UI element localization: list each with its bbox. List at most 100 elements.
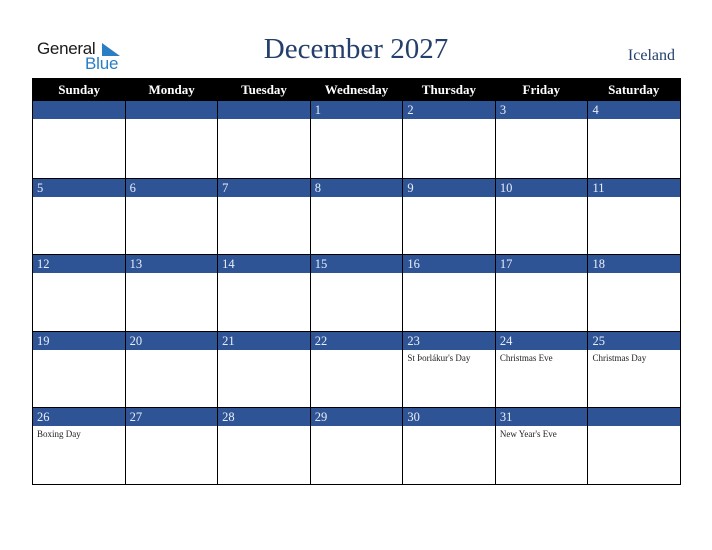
weekday-friday: Friday [522, 82, 561, 97]
day-number: 22 [310, 331, 403, 350]
day-number: 26 [33, 408, 125, 427]
weekday-monday: Monday [148, 82, 195, 97]
holiday-label [311, 119, 403, 122]
holiday-label [311, 350, 403, 353]
day-cell-19[interactable]: 19 [33, 330, 126, 408]
day-cell-5[interactable]: 5 [33, 177, 126, 255]
day-cell-29[interactable]: 29 [310, 407, 404, 484]
weekday-saturday: Saturday [608, 82, 660, 97]
day-cell-18[interactable]: 18 [588, 254, 681, 331]
day-cell-1[interactable]: 1 [310, 101, 404, 178]
day-cell-30[interactable]: 30 [403, 407, 496, 484]
day-number: 25 [588, 331, 681, 350]
week-row: 26 Boxing Day 27 28 29 30 31 New Year's Eve [33, 407, 681, 484]
day-number: 29 [310, 408, 403, 427]
weekday-wednesday: Wednesday [324, 82, 389, 97]
day-number: 23 [403, 331, 495, 350]
day-number: 5 [33, 178, 125, 197]
day-cell-12[interactable]: 12 [33, 254, 126, 331]
day-number: 17 [495, 255, 588, 274]
day-cell-10[interactable]: 10 [495, 177, 589, 255]
holiday-label [218, 273, 310, 276]
day-cell-25[interactable]: 25 Christmas Day [588, 330, 681, 408]
holiday-label [311, 273, 403, 276]
country-label: Iceland [627, 47, 675, 64]
holiday-label [403, 273, 495, 276]
holiday-label [311, 197, 403, 200]
holiday-label: Christmas Eve [499, 352, 553, 363]
day-cell-9[interactable]: 9 [403, 177, 496, 255]
day-cell-empty[interactable] [125, 101, 219, 178]
holiday-label [218, 350, 310, 353]
day-cell-8[interactable]: 8 [310, 177, 404, 255]
day-number: 21 [218, 331, 310, 350]
week-row: 5 6 7 8 9 10 11 [33, 177, 681, 255]
holiday-label [126, 197, 218, 200]
week-row: 12 13 14 15 16 17 18 [33, 254, 681, 331]
holiday-label [496, 197, 588, 200]
day-cell-empty[interactable] [33, 101, 126, 178]
day-number: 13 [125, 255, 218, 274]
day-number: 1 [310, 101, 403, 119]
day-number [125, 101, 218, 119]
day-cell-6[interactable]: 6 [125, 177, 219, 255]
day-number: 16 [403, 255, 495, 274]
day-cell-11[interactable]: 11 [588, 177, 681, 255]
day-cell-20[interactable]: 20 [125, 330, 219, 408]
holiday-label: St Þorlákur's Day [407, 352, 471, 363]
day-cell-15[interactable]: 15 [310, 254, 404, 331]
holiday-label [588, 197, 680, 200]
day-cell-2[interactable]: 2 [403, 101, 496, 178]
weekday-tuesday: Tuesday [241, 82, 287, 97]
day-cell-17[interactable]: 17 [495, 254, 589, 331]
day-cell-7[interactable]: 7 [218, 177, 311, 255]
holiday-label [33, 119, 125, 122]
day-cell-13[interactable]: 13 [125, 254, 219, 331]
day-cell-16[interactable]: 16 [403, 254, 496, 331]
day-cell-14[interactable]: 14 [218, 254, 311, 331]
holiday-label [126, 273, 218, 276]
day-number [33, 101, 125, 119]
day-cell-empty[interactable] [218, 101, 311, 178]
day-cell-28[interactable]: 28 [218, 407, 311, 484]
day-cell-empty[interactable] [588, 407, 681, 484]
day-number: 7 [218, 178, 310, 197]
day-cell-21[interactable]: 21 [218, 330, 311, 408]
day-cell-4[interactable]: 4 [588, 101, 681, 178]
day-number: 31 [495, 408, 588, 427]
holiday-label [126, 350, 218, 353]
day-number: 9 [403, 178, 495, 197]
weekday-thursday: Thursday [421, 82, 476, 97]
holiday-label [126, 426, 218, 429]
holiday-label [496, 119, 588, 122]
day-cell-26[interactable]: 26 Boxing Day [33, 407, 126, 484]
day-number: 28 [218, 408, 310, 427]
day-number: 24 [495, 331, 588, 350]
holiday-label [33, 197, 125, 200]
day-number: 10 [495, 178, 588, 197]
day-cell-27[interactable]: 27 [125, 407, 219, 484]
holiday-label [588, 426, 680, 429]
holiday-label [218, 197, 310, 200]
calendar-grid: Sunday Monday Tuesday Wednesday Thursday… [32, 78, 681, 485]
day-number: 11 [588, 178, 681, 197]
holiday-label [496, 273, 588, 276]
day-number: 19 [33, 331, 125, 350]
day-number: 20 [125, 331, 218, 350]
day-number: 18 [588, 255, 681, 274]
holiday-label: Christmas Day [592, 352, 647, 363]
day-number: 3 [495, 101, 588, 119]
week-row: 19 20 21 22 23 St Þorlákur's Day 24 Christmas E… [33, 330, 681, 408]
day-cell-23[interactable]: 23 St Þorlákur's Day [403, 330, 496, 408]
day-cell-22[interactable]: 22 [310, 330, 404, 408]
day-number: 2 [403, 101, 495, 119]
day-cell-24[interactable]: 24 Christmas Eve [495, 330, 589, 408]
day-number: 15 [310, 255, 403, 274]
day-cell-31[interactable]: 31 New Year's Eve [495, 407, 589, 484]
day-number: 4 [588, 101, 681, 119]
day-cell-3[interactable]: 3 [495, 101, 589, 178]
holiday-label [588, 273, 680, 276]
day-number: 27 [125, 408, 218, 427]
day-number: 8 [310, 178, 403, 197]
holiday-label [311, 426, 403, 429]
